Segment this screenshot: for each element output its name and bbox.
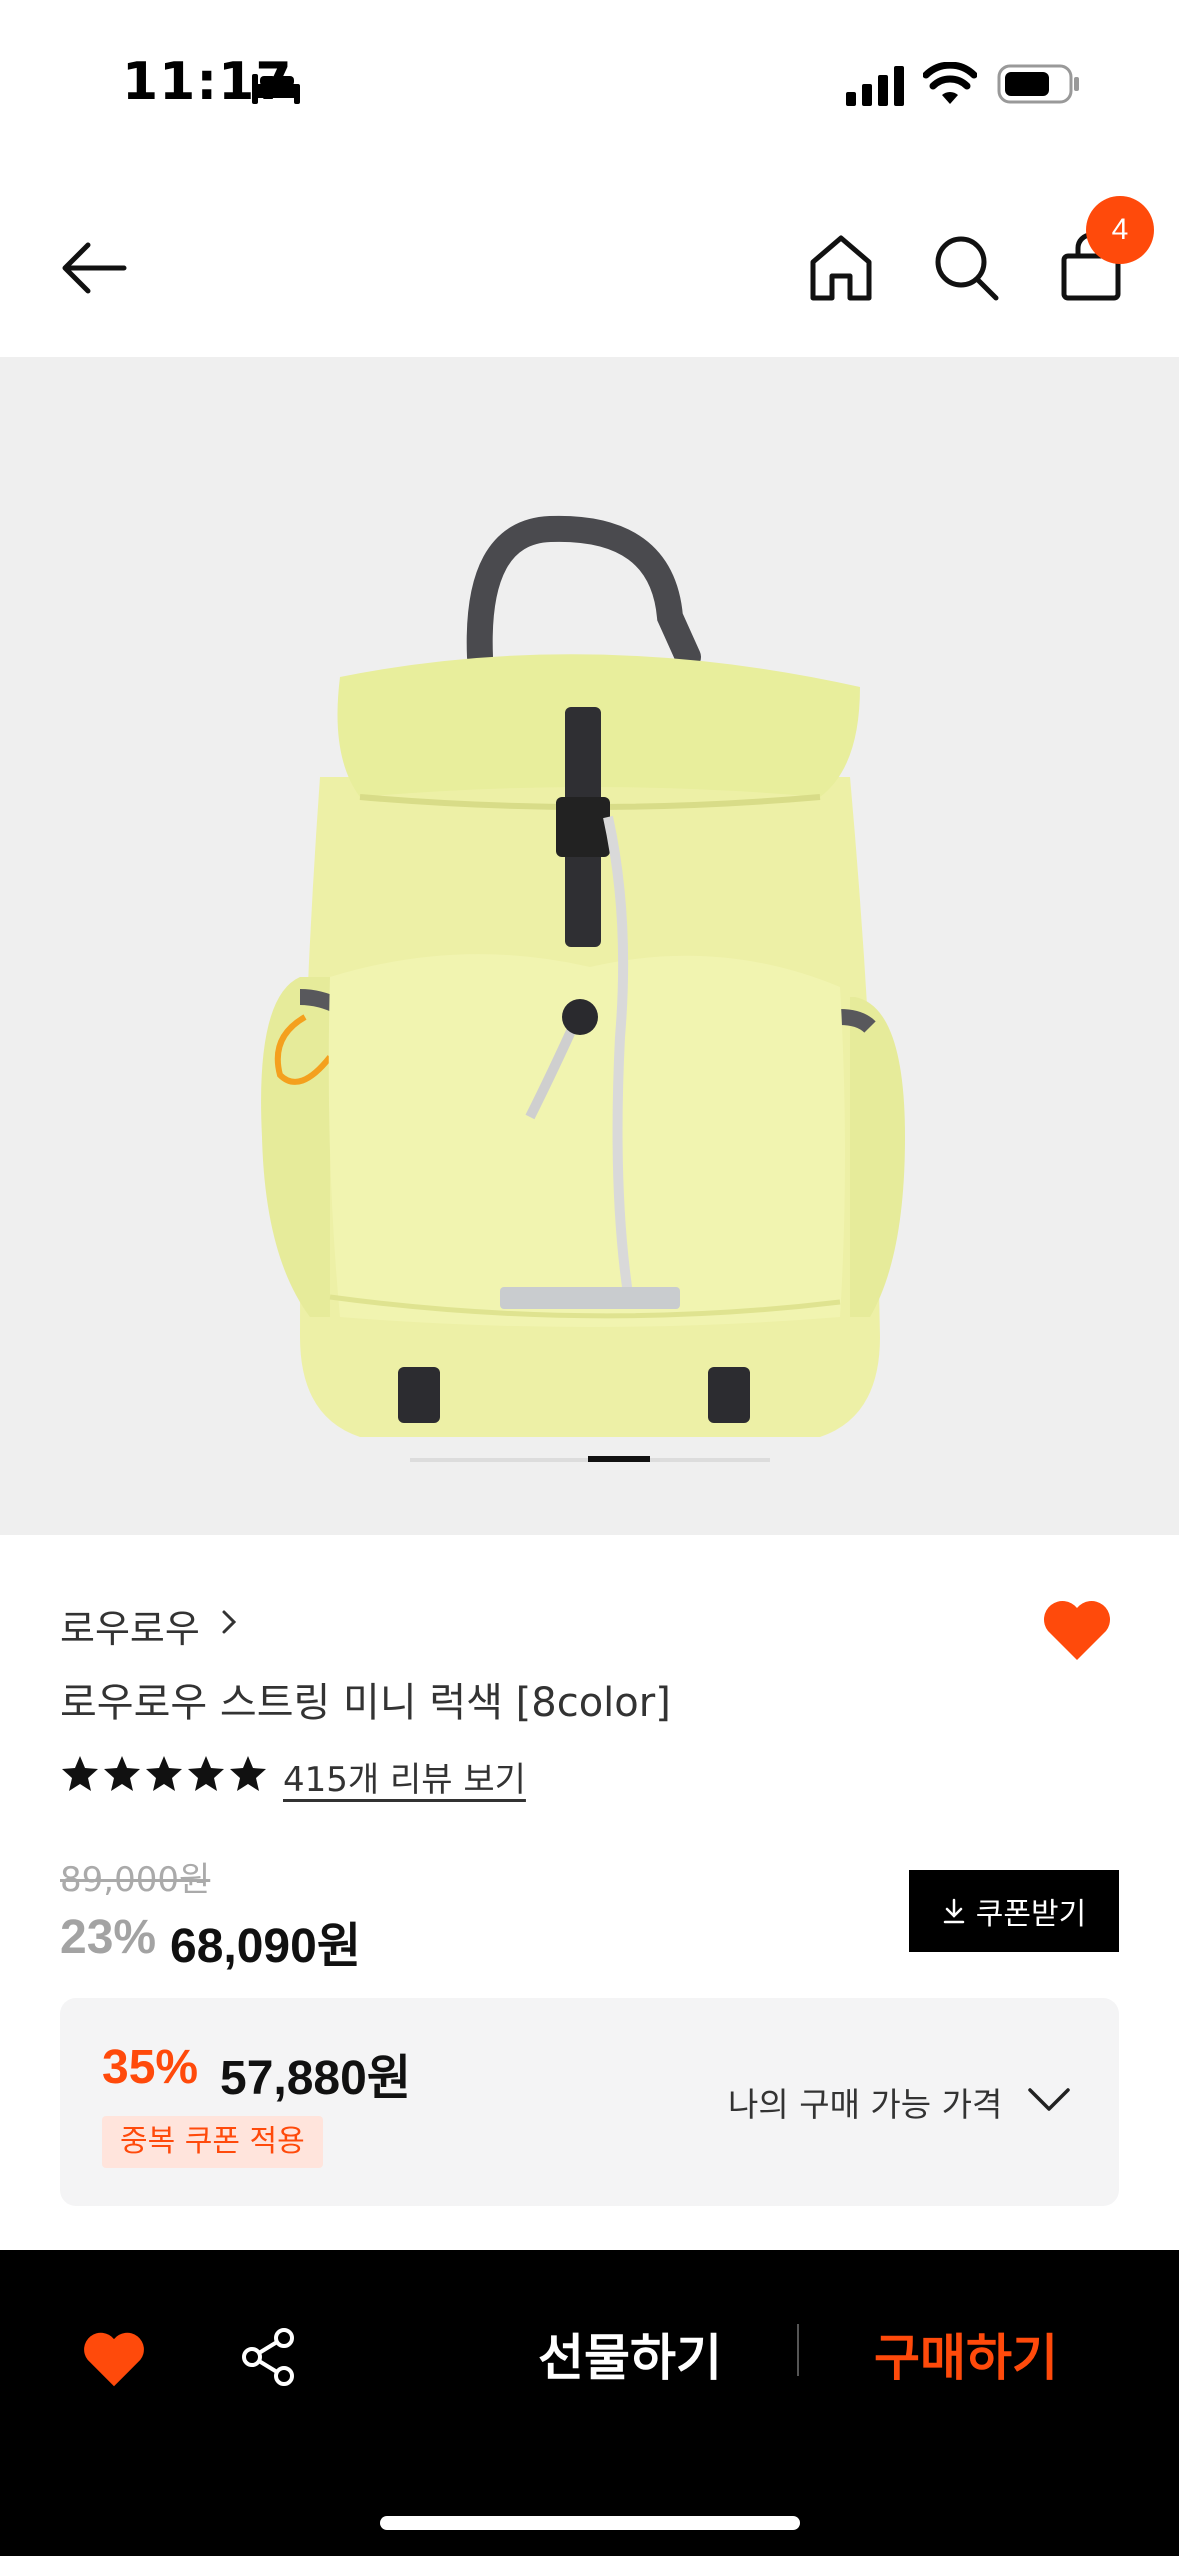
search-icon[interactable]	[932, 232, 1002, 304]
buy-button[interactable]: 구매하기	[856, 2314, 1076, 2394]
signal-icon	[846, 66, 904, 106]
product-image-backpack	[261, 515, 905, 1437]
star-icon	[146, 1756, 182, 1791]
chevron-down-icon[interactable]	[1026, 2084, 1072, 2114]
star-icon	[230, 1756, 266, 1791]
brand-link[interactable]: 로우로우	[60, 1598, 200, 1653]
review-link[interactable]: 415개 리뷰 보기	[283, 1752, 526, 1801]
gift-button[interactable]: 선물하기	[520, 2314, 740, 2394]
back-arrow-icon[interactable]	[58, 232, 130, 304]
star-icon	[188, 1756, 224, 1791]
duplicate-coupon-tag: 중복 쿠폰 적용	[102, 2116, 323, 2168]
divider	[797, 2324, 799, 2376]
heart-icon[interactable]	[1042, 1598, 1112, 1662]
star-icon	[62, 1756, 98, 1791]
best-price-box[interactable]: 35% 57,880원 중복 쿠폰 적용 나의 구매 가능 가격	[60, 1998, 1119, 2206]
cart-count-badge: 4	[1086, 196, 1154, 264]
battery-icon	[997, 64, 1079, 104]
home-indicator[interactable]	[380, 2516, 800, 2530]
best-discount-rate: 35%	[102, 2041, 199, 2094]
top-nav	[0, 170, 1179, 356]
sleep-icon	[252, 74, 300, 104]
product-title: 로우로우 스트링 미니 럭색 [8color]	[60, 1680, 671, 1726]
rating-stars	[62, 1756, 266, 1791]
heart-icon[interactable]	[82, 2330, 146, 2388]
my-price-label: 나의 구매 가능 가격	[728, 2085, 1003, 2124]
product-image-carousel[interactable]	[0, 357, 1179, 1535]
sale-price: 68,090원	[170, 1920, 361, 1973]
discount-rate: 23%	[60, 1911, 157, 1964]
chevron-right-icon	[222, 1610, 237, 1634]
star-icon	[104, 1756, 140, 1791]
original-price: 89,000원	[60, 1860, 211, 1900]
best-price: 57,880원	[220, 2052, 411, 2105]
status-bar: 11:17	[0, 0, 1179, 170]
coupon-download-button[interactable]: 쿠폰받기	[909, 1870, 1119, 1952]
coupon-button-label: 쿠폰받기	[975, 1897, 1087, 1932]
wifi-icon	[923, 62, 977, 104]
share-icon[interactable]	[238, 2326, 300, 2388]
home-icon[interactable]	[808, 232, 874, 304]
bottom-action-bar: 선물하기 구매하기	[0, 2250, 1179, 2556]
carousel-indicator-active	[588, 1456, 650, 1462]
download-icon	[943, 1898, 965, 1924]
